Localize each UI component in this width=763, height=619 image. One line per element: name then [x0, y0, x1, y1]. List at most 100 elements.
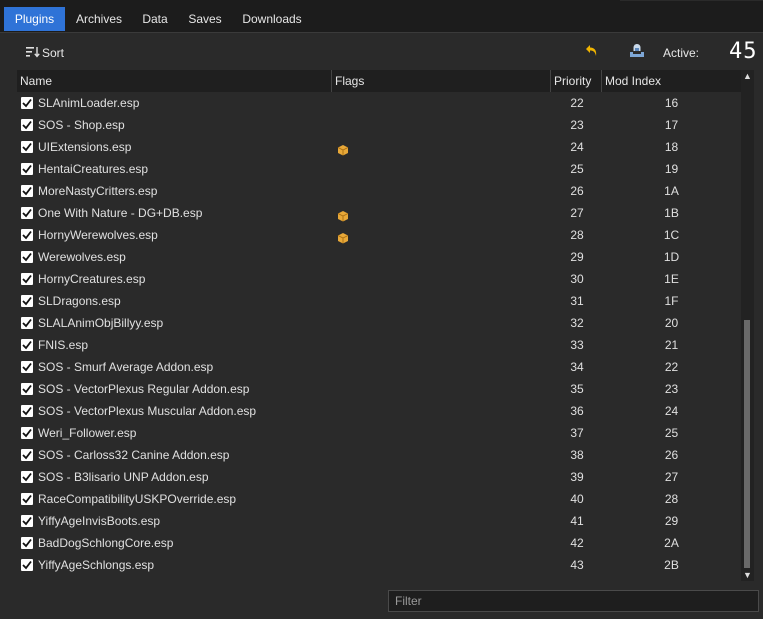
plugin-mod-index: 23	[664, 382, 679, 396]
enabled-checkbox[interactable]	[21, 361, 33, 373]
filter-input[interactable]	[388, 590, 759, 612]
table-row[interactable]: BadDogSchlongCore.esp 42 2A	[17, 532, 741, 554]
enabled-checkbox[interactable]	[21, 383, 33, 395]
plugin-table: Name Flags Priority Mod Index SLAnimLoad…	[17, 70, 741, 581]
table-row[interactable]: Weri_Follower.esp 37 25	[17, 422, 741, 444]
table-header: Name Flags Priority Mod Index	[17, 70, 741, 92]
plugin-name: UIExtensions.esp	[38, 140, 132, 154]
enabled-checkbox[interactable]	[21, 339, 33, 351]
column-header-priority[interactable]: Priority	[551, 70, 602, 92]
table-row[interactable]: SOS - VectorPlexus Muscular Addon.esp 36 2…	[17, 400, 741, 422]
table-row[interactable]: MoreNastyCritters.esp 26 1A	[17, 180, 741, 202]
table-row[interactable]: YiffyAgeSchlongs.esp 43 2B	[17, 554, 741, 576]
enabled-checkbox[interactable]	[21, 251, 33, 263]
plugin-priority: 42	[570, 536, 584, 550]
active-label: Active:	[663, 46, 700, 60]
plugin-mod-index: 20	[664, 316, 679, 330]
enabled-checkbox[interactable]	[21, 471, 33, 483]
plugin-priority: 33	[570, 338, 584, 352]
package-icon	[337, 141, 349, 156]
plugin-mod-index: 1A	[664, 184, 679, 198]
enabled-checkbox[interactable]	[21, 141, 33, 153]
tab-data[interactable]: Data	[134, 7, 176, 31]
enabled-checkbox[interactable]	[21, 229, 33, 241]
plugin-mod-index: 1F	[664, 294, 679, 308]
tab-downloads[interactable]: Downloads	[234, 7, 310, 31]
plugin-mod-index: 1E	[664, 272, 679, 286]
plugin-name: YiffyAgeInvisBoots.esp	[38, 514, 161, 528]
table-row[interactable]: HornyWerewolves.esp 28 1C	[17, 224, 741, 246]
table-row[interactable]: HentaiCreatures.esp 25 19	[17, 158, 741, 180]
plugins-panel: Sort Active: 45 Name Flags Priority Mod …	[0, 32, 763, 619]
enabled-checkbox[interactable]	[21, 515, 33, 527]
plugin-name: SOS - VectorPlexus Regular Addon.esp	[38, 382, 250, 396]
plugin-name: Werewolves.esp	[38, 250, 126, 264]
table-row[interactable]: Werewolves.esp 29 1D	[17, 246, 741, 268]
column-header-flags[interactable]: Flags	[332, 70, 551, 92]
column-header-name[interactable]: Name	[17, 70, 332, 92]
tab-archives[interactable]: Archives	[68, 7, 130, 31]
sort-button[interactable]: Sort	[26, 45, 64, 61]
plugin-name: HornyCreatures.esp	[38, 272, 146, 286]
enabled-checkbox[interactable]	[21, 295, 33, 307]
plugin-priority: 37	[570, 426, 584, 440]
plugin-name: RaceCompatibilityUSKPOverride.esp	[38, 492, 237, 506]
scroll-down-icon[interactable]: ▼	[741, 569, 754, 581]
scroll-up-icon[interactable]: ▲	[741, 70, 754, 82]
plugin-mod-index: 2A	[664, 536, 679, 550]
plugin-mod-index: 17	[664, 118, 679, 132]
table-row[interactable]: SLAnimLoader.esp 22 16	[17, 92, 741, 114]
table-row[interactable]: FNIS.esp 33 21	[17, 334, 741, 356]
plugin-name: SOS - Carloss32 Canine Addon.esp	[38, 448, 230, 462]
enabled-checkbox[interactable]	[21, 405, 33, 417]
table-row[interactable]: HornyCreatures.esp 30 1E	[17, 268, 741, 290]
table-row[interactable]: SOS - Smurf Average Addon.esp 34 22	[17, 356, 741, 378]
plugin-priority: 31	[570, 294, 584, 308]
plugin-name: BadDogSchlongCore.esp	[38, 536, 174, 550]
enabled-checkbox[interactable]	[21, 493, 33, 505]
enabled-checkbox[interactable]	[21, 559, 33, 571]
table-row[interactable]: SLDragons.esp 31 1F	[17, 290, 741, 312]
table-row[interactable]: RaceCompatibilityUSKPOverride.esp 40 28	[17, 488, 741, 510]
table-row[interactable]: UIExtensions.esp 24 18	[17, 136, 741, 158]
sort-icon	[26, 46, 40, 58]
plugin-priority: 26	[570, 184, 584, 198]
column-header-mod-index[interactable]: Mod Index	[602, 70, 741, 92]
plugin-priority: 30	[570, 272, 584, 286]
enabled-checkbox[interactable]	[21, 427, 33, 439]
tab-plugins[interactable]: Plugins	[4, 7, 65, 31]
plugin-mod-index: 1B	[664, 206, 679, 220]
plugin-priority: 29	[570, 250, 584, 264]
table-row[interactable]: SOS - VectorPlexus Regular Addon.esp 35 23	[17, 378, 741, 400]
table-row[interactable]: One With Nature - DG+DB.esp 27 1B	[17, 202, 741, 224]
enabled-checkbox[interactable]	[21, 537, 33, 549]
plugin-name: YiffyAgeSchlongs.esp	[38, 558, 155, 572]
table-row[interactable]: SOS - Shop.esp 23 17	[17, 114, 741, 136]
plugin-priority: 28	[570, 228, 584, 242]
enabled-checkbox[interactable]	[21, 273, 33, 285]
tab-bar: Plugins Archives Data Saves Downloads	[0, 0, 763, 32]
enabled-checkbox[interactable]	[21, 449, 33, 461]
scrollbar-thumb[interactable]	[744, 320, 750, 568]
enabled-checkbox[interactable]	[21, 163, 33, 175]
vertical-scrollbar[interactable]: ▲ ▼	[741, 70, 754, 581]
plugin-mod-index: 19	[664, 162, 679, 176]
enabled-checkbox[interactable]	[21, 119, 33, 131]
plugin-mod-index: 24	[664, 404, 679, 418]
undo-arrow-icon[interactable]	[584, 43, 600, 59]
save-profile-icon[interactable]	[628, 43, 646, 59]
enabled-checkbox[interactable]	[21, 207, 33, 219]
plugin-priority: 23	[570, 118, 584, 132]
enabled-checkbox[interactable]	[21, 97, 33, 109]
plugin-mod-index: 22	[664, 360, 679, 374]
table-row[interactable]: SOS - Carloss32 Canine Addon.esp 38 26	[17, 444, 741, 466]
enabled-checkbox[interactable]	[21, 317, 33, 329]
plugin-mod-index: 2B	[664, 558, 679, 572]
sort-label: Sort	[42, 46, 65, 60]
plugin-name: SOS - Smurf Average Addon.esp	[38, 360, 214, 374]
enabled-checkbox[interactable]	[21, 185, 33, 197]
table-row[interactable]: SLALAnimObjBillyy.esp 32 20	[17, 312, 741, 334]
tab-saves[interactable]: Saves	[180, 7, 230, 31]
table-row[interactable]: YiffyAgeInvisBoots.esp 41 29	[17, 510, 741, 532]
table-row[interactable]: SOS - B3lisario UNP Addon.esp 39 27	[17, 466, 741, 488]
